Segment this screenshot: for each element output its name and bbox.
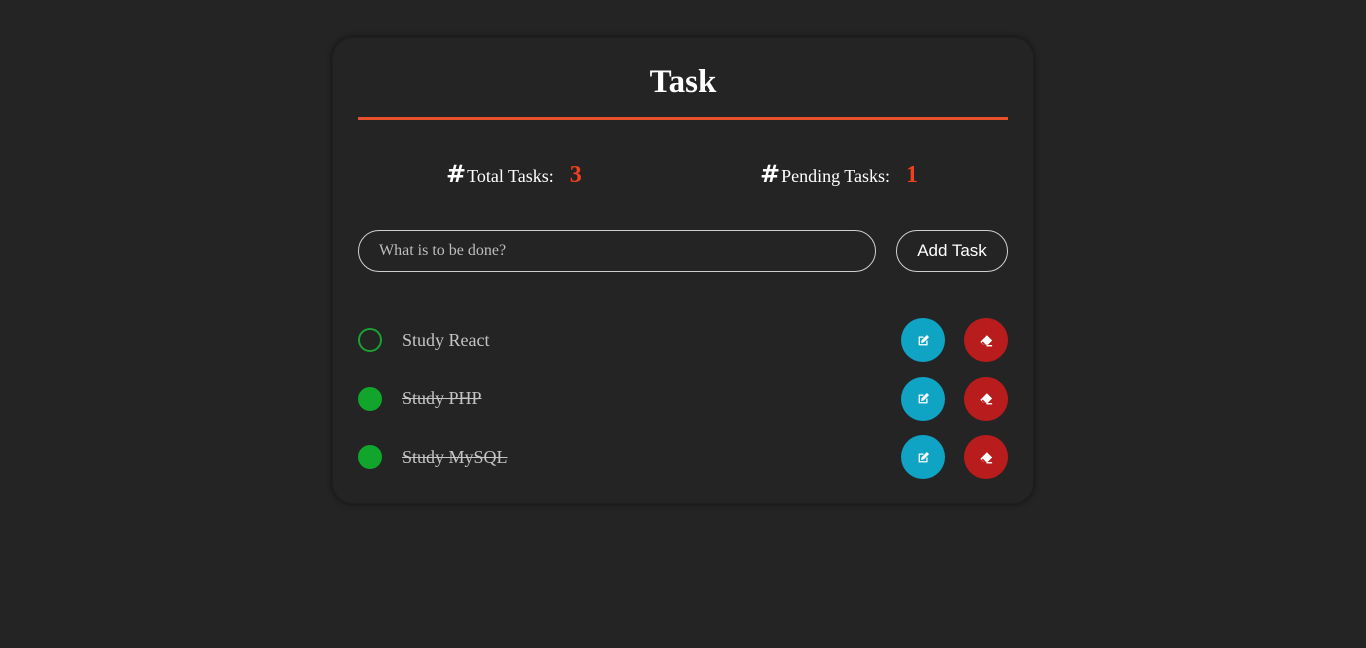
edit-icon [918, 392, 929, 404]
pending-tasks-stat: # Pending Tasks: 1 [760, 160, 918, 189]
task-text: Study PHP [402, 388, 482, 408]
task-checkbox[interactable] [358, 328, 382, 352]
task-text: Study React [402, 329, 490, 350]
edit-icon [918, 334, 929, 345]
edit-task-button[interactable] [901, 318, 945, 362]
list-item: Study React [358, 318, 1008, 362]
pending-tasks-count: 1 [906, 162, 919, 188]
task-list: Study React Study PHP Study MySQL [358, 318, 1008, 494]
delete-task-button[interactable] [964, 376, 1008, 421]
delete-task-button[interactable] [964, 435, 1008, 479]
task-input[interactable] [358, 230, 876, 272]
edit-task-button[interactable] [901, 376, 945, 421]
task-text: Study MySQL [402, 446, 508, 467]
total-tasks-stat: # Total Tasks: 3 [446, 160, 582, 189]
total-tasks-label: Total Tasks: [467, 166, 554, 186]
hash-icon: # [760, 160, 781, 188]
page-title: Task [649, 64, 717, 100]
task-checkbox-checked[interactable] [358, 386, 382, 411]
add-task-row: Add Task [358, 230, 1008, 272]
eraser-icon [980, 334, 993, 346]
list-item: Study PHP [358, 376, 1008, 421]
add-task-button[interactable]: Add Task [896, 230, 1008, 272]
pending-tasks-label: Pending Tasks: [781, 166, 891, 186]
hash-icon: # [446, 160, 467, 188]
edit-icon [918, 451, 929, 462]
eraser-icon [980, 451, 993, 463]
eraser-icon [980, 393, 993, 405]
task-checkbox-checked[interactable] [358, 445, 382, 469]
list-item: Study MySQL [358, 435, 1008, 479]
delete-task-button[interactable] [964, 318, 1008, 362]
edit-task-button[interactable] [901, 435, 945, 479]
total-tasks-count: 3 [569, 162, 582, 188]
task-stats: # Total Tasks: 3 # Pending Tasks: 1 [358, 120, 1008, 230]
